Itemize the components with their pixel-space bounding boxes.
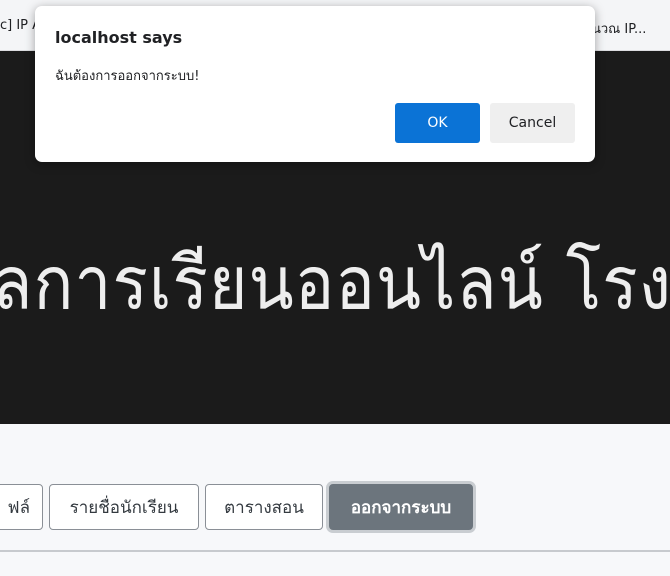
divider bbox=[0, 550, 670, 552]
profile-button[interactable]: ฟล์ bbox=[0, 484, 43, 530]
student-list-button[interactable]: รายชื่อนักเรียน bbox=[49, 484, 199, 530]
dialog-message: ฉันต้องการออกจากระบบ! bbox=[55, 69, 200, 84]
page: c] IP A นวณ IP... ลการเรียนออนไลน์ โรงเร… bbox=[0, 0, 670, 576]
schedule-button[interactable]: ตารางสอน bbox=[205, 484, 323, 530]
bookmark-item-right[interactable]: นวณ IP... bbox=[592, 18, 646, 39]
cancel-button[interactable]: Cancel bbox=[490, 103, 575, 143]
dialog-title: localhost says bbox=[55, 28, 183, 47]
logout-button[interactable]: ออกจากระบบ bbox=[329, 484, 473, 530]
ok-button[interactable]: OK bbox=[395, 103, 480, 143]
main-nav: ฟล์ รายชื่อนักเรียน ตารางสอน ออกจากระบบ bbox=[0, 484, 670, 532]
hero-title: ลการเรียนออนไลน์ โรงเรียนบ bbox=[0, 240, 670, 327]
alert-dialog: localhost says ฉันต้องการออกจากระบบ! OK … bbox=[35, 6, 595, 162]
